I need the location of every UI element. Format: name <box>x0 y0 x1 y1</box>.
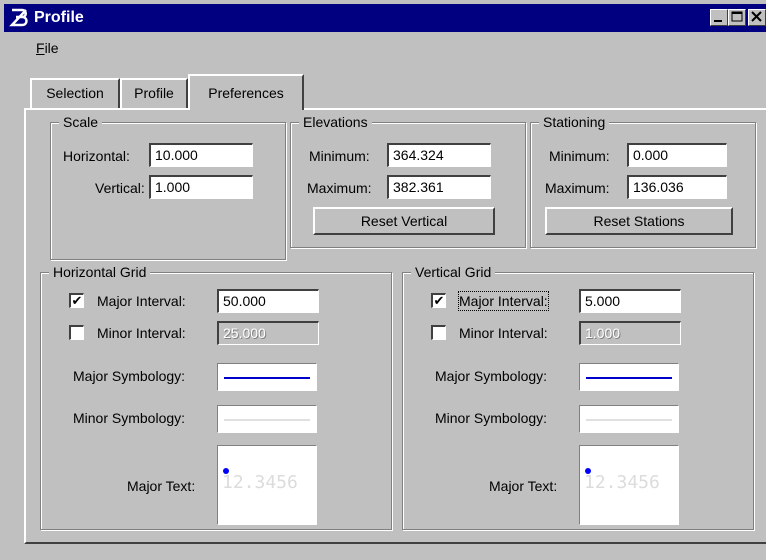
vertical-grid-group: Vertical Grid ✔ Major Interval: 5.000 Mi… <box>402 263 754 530</box>
tab-selection[interactable]: Selection <box>30 78 120 108</box>
horizontal-minor-interval-input: 25.000 <box>217 321 319 345</box>
major-line-sample <box>586 377 672 379</box>
vertical-major-text-label: Major Text: <box>489 478 558 494</box>
tab-profile[interactable]: Profile <box>120 78 188 108</box>
vertical-minor-interval-input: 1.000 <box>579 321 681 345</box>
stationing-group: Stationing Minimum: 0.000 Maximum: 136.0… <box>530 113 756 248</box>
stationing-group-title: Stationing <box>539 113 610 131</box>
maximize-button[interactable] <box>728 9 746 26</box>
minimize-icon <box>714 20 722 22</box>
app-logo-icon <box>9 8 28 27</box>
horizontal-major-symbology-swatch[interactable] <box>217 363 317 391</box>
horizontal-minor-symbology-swatch[interactable] <box>217 405 317 433</box>
horizontal-minor-interval-label: Minor Interval: <box>97 325 186 341</box>
vertical-major-interval-input[interactable]: 5.000 <box>579 289 681 313</box>
minor-line-sample <box>586 419 672 421</box>
preferences-panel: Scale Horizontal: 10.000 Vertical: 1.000… <box>24 108 766 544</box>
menu-file-mnemonic: F <box>36 40 45 56</box>
scale-group: Scale Horizontal: 10.000 Vertical: 1.000 <box>50 113 286 260</box>
reset-stations-button[interactable]: Reset Stations <box>545 207 733 235</box>
horizontal-major-text-label: Major Text: <box>127 478 196 494</box>
station-maximum-input[interactable]: 136.036 <box>627 175 727 199</box>
elevation-minimum-label: Minimum: <box>309 148 370 164</box>
vertical-scale-input[interactable]: 1.000 <box>149 175 253 199</box>
scale-group-title: Scale <box>59 113 103 131</box>
window-title: Profile <box>34 9 84 26</box>
horizontal-scale-label: Horizontal: <box>63 148 130 164</box>
reset-vertical-button[interactable]: Reset Vertical <box>313 207 495 235</box>
horizontal-minor-checkbox[interactable] <box>69 325 84 340</box>
horizontal-major-text-preview[interactable]: 12.3456 <box>217 445 317 525</box>
station-maximum-label: Maximum: <box>545 180 610 196</box>
horizontal-major-interval-label: Major Interval: <box>97 293 186 309</box>
minor-line-sample <box>224 419 310 421</box>
major-text-sample: 12.3456 <box>222 472 298 493</box>
profile-window: Profile File Selection Profile Preferenc… <box>0 0 766 560</box>
elevation-minimum-input[interactable]: 364.324 <box>387 143 491 167</box>
vertical-scale-label: Vertical: <box>95 180 145 196</box>
menu-bar: File <box>4 34 766 60</box>
vertical-minor-checkbox[interactable] <box>431 325 446 340</box>
horizontal-major-symbology-label: Major Symbology: <box>73 368 186 384</box>
elevations-group: Elevations Minimum: 364.324 Maximum: 382… <box>290 113 526 248</box>
maximize-icon <box>731 11 743 22</box>
major-text-sample: 12.3456 <box>584 472 660 493</box>
vertical-minor-symbology-swatch[interactable] <box>579 405 679 433</box>
minimize-button[interactable] <box>710 9 728 26</box>
tab-preferences[interactable]: Preferences <box>188 74 304 110</box>
check-icon: ✔ <box>71 293 83 308</box>
horizontal-grid-group: Horizontal Grid ✔ Major Interval: 50.000… <box>40 263 392 530</box>
station-minimum-label: Minimum: <box>549 148 610 164</box>
close-icon <box>751 11 762 22</box>
elevation-maximum-label: Maximum: <box>307 180 372 196</box>
vertical-minor-interval-label: Minor Interval: <box>459 325 548 341</box>
major-line-sample <box>224 377 310 379</box>
horizontal-grid-title: Horizontal Grid <box>49 263 151 281</box>
elevation-maximum-input[interactable]: 382.361 <box>387 175 491 199</box>
vertical-major-interval-label: Major Interval: <box>458 291 549 311</box>
vertical-minor-symbology-label: Minor Symbology: <box>435 410 548 426</box>
vertical-grid-title: Vertical Grid <box>411 263 496 281</box>
vertical-major-text-preview[interactable]: 12.3456 <box>579 445 679 525</box>
horizontal-major-checkbox[interactable]: ✔ <box>69 293 84 308</box>
close-button[interactable] <box>748 9 766 26</box>
vertical-major-symbology-swatch[interactable] <box>579 363 679 391</box>
vertical-major-symbology-label: Major Symbology: <box>435 368 548 384</box>
menu-file-label: ile <box>44 40 59 56</box>
vertical-major-checkbox[interactable]: ✔ <box>431 293 446 308</box>
menu-file[interactable]: File <box>36 40 59 56</box>
elevations-group-title: Elevations <box>299 113 372 131</box>
station-minimum-input[interactable]: 0.000 <box>627 143 727 167</box>
horizontal-major-interval-input[interactable]: 50.000 <box>217 289 319 313</box>
horizontal-scale-input[interactable]: 10.000 <box>149 143 253 167</box>
horizontal-minor-symbology-label: Minor Symbology: <box>73 410 186 426</box>
title-bar[interactable]: Profile <box>4 4 766 32</box>
check-icon: ✔ <box>433 293 445 308</box>
